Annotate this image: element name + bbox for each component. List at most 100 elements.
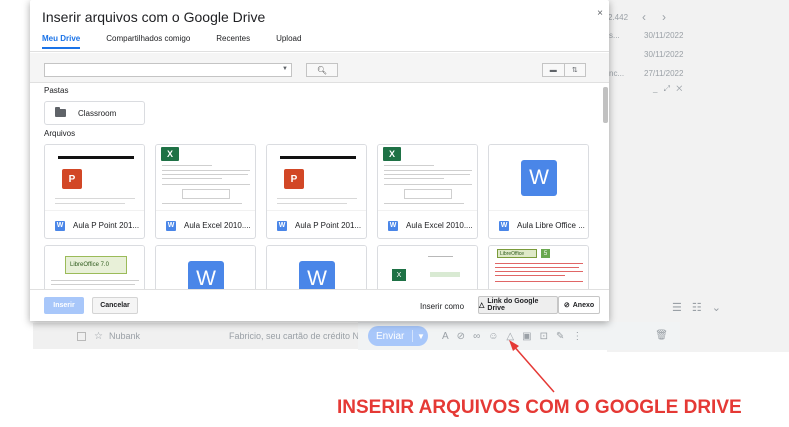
thumb-line xyxy=(162,184,250,185)
file-name: Aula Excel 2010.... xyxy=(184,221,251,230)
folder-item[interactable]: Classroom xyxy=(44,101,145,125)
thumb-line xyxy=(162,178,222,179)
thumb-line xyxy=(495,281,583,282)
annotation-caption: INSERIR ARQUIVOS COM O GOOGLE DRIVE xyxy=(337,397,742,418)
file-card[interactable]: P W Aula P Point 201... xyxy=(44,144,145,239)
more-format-icon[interactable]: ⌄ xyxy=(712,301,721,314)
attachment-label: Anexo xyxy=(572,301,595,309)
dialog-tabs: Meu Drive Compartilhados comigo Recentes… xyxy=(42,33,327,53)
email-date: 27/11/2022 xyxy=(644,69,684,78)
thumb-line xyxy=(495,275,565,276)
file-card[interactable]: W xyxy=(266,245,367,289)
cancel-button[interactable]: Cancelar xyxy=(92,297,138,314)
thumb-line xyxy=(51,284,135,285)
sort-icon[interactable]: ⇅ xyxy=(565,64,586,76)
dialog-title: Inserir arquivos com o Google Drive xyxy=(42,9,266,25)
link-icon[interactable]: ∞ xyxy=(473,331,480,342)
search-options-icon[interactable]: ▼ xyxy=(282,66,288,72)
thumb-table xyxy=(404,189,452,199)
file-card[interactable]: LibreOffice 7.0 xyxy=(44,245,145,289)
thumb-line xyxy=(162,165,212,166)
file-footer: W Aula Excel 2010.... xyxy=(378,210,477,238)
star-icon[interactable]: ☆ xyxy=(94,331,103,342)
file-name: Aula P Point 201... xyxy=(73,221,140,230)
next-page-icon[interactable]: › xyxy=(662,10,666,24)
file-footer: W Aula Excel 2010.... xyxy=(156,210,255,238)
email-date: 30/11/2022 xyxy=(644,31,684,40)
close-icon[interactable]: × xyxy=(597,8,603,19)
insert-button[interactable]: Inserir xyxy=(44,297,84,314)
compose-window-controls[interactable]: _ ⤢ ✕ xyxy=(653,84,684,94)
thumb-line: ————— xyxy=(428,254,453,260)
word-doc-icon: W xyxy=(299,261,335,289)
thumb-line xyxy=(277,203,347,204)
libreoffice-version-badge: 5 xyxy=(541,249,550,258)
email-snippet: nc... xyxy=(609,69,625,78)
signature-icon[interactable]: ✎ xyxy=(556,331,564,342)
more-options-icon[interactable]: ⋮ xyxy=(572,331,582,342)
thumb-line xyxy=(277,198,357,199)
tab-my-drive[interactable]: Meu Drive xyxy=(42,33,81,53)
file-thumbnail: W xyxy=(156,246,255,289)
bulleted-list-icon[interactable]: ☰ xyxy=(672,301,682,314)
scrollbar-thumb[interactable] xyxy=(603,87,608,123)
confidential-icon[interactable]: ⊡ xyxy=(540,331,548,342)
thumb-line xyxy=(495,267,579,268)
thumb-line xyxy=(51,280,139,281)
file-footer: W Aula Libre Office ... xyxy=(489,210,588,238)
file-thumbnail: LibreOffice 5 xyxy=(489,246,588,289)
file-card[interactable]: X W Aula Excel 2010.... xyxy=(155,144,256,239)
dialog-footer: Inserir Cancelar Inserir como △ Link do … xyxy=(30,289,609,321)
prev-page-icon[interactable]: ‹ xyxy=(642,10,646,24)
attach-icon[interactable]: ⊘ xyxy=(457,331,465,342)
word-doc-icon: W xyxy=(521,160,557,196)
thumb-line xyxy=(58,156,134,159)
email-date: 30/11/2022 xyxy=(644,50,684,59)
thumb-line xyxy=(162,174,248,175)
doc-type-icon: W xyxy=(166,220,176,231)
thumb-line xyxy=(430,272,460,277)
discard-draft-icon[interactable]: 🗑 xyxy=(655,330,668,341)
send-button[interactable]: Enviar ▼ xyxy=(368,326,428,346)
doc-type-icon: W xyxy=(388,220,398,231)
send-options-icon[interactable]: ▼ xyxy=(413,332,425,341)
powerpoint-icon: P xyxy=(62,169,89,189)
photo-icon[interactable]: ▣ xyxy=(522,331,531,342)
google-drive-icon[interactable]: △ xyxy=(506,331,514,342)
file-card[interactable]: LibreOffice 5 xyxy=(488,245,589,289)
compose-icons: A ⊘ ∞ ☺ △ ▣ ⊡ ✎ ⋮ xyxy=(442,331,582,342)
tab-upload[interactable]: Upload xyxy=(276,33,301,53)
tab-shared-with-me[interactable]: Compartilhados comigo xyxy=(106,33,190,53)
thumb-line xyxy=(384,170,472,171)
file-thumbnail: X xyxy=(378,145,477,209)
file-card[interactable]: X W Aula Excel 2010.... xyxy=(377,144,478,239)
send-button-label: Enviar xyxy=(376,330,405,342)
file-card[interactable]: W W Aula Libre Office ... xyxy=(488,144,589,239)
libreoffice-logo: LibreOffice 7.0 xyxy=(65,256,127,274)
file-thumbnail: W xyxy=(489,145,588,209)
tabs-divider xyxy=(30,51,609,52)
indent-icon[interactable]: ☷ xyxy=(692,301,702,314)
emoji-icon[interactable]: ☺ xyxy=(488,331,498,342)
thumb-line xyxy=(162,203,242,204)
thumb-line xyxy=(384,178,444,179)
thumb-line xyxy=(162,170,250,171)
tab-recent[interactable]: Recentes xyxy=(216,33,250,53)
files-label: Arquivos xyxy=(44,129,76,138)
folder-icon xyxy=(55,107,66,117)
attachment-button[interactable]: ⊘ Anexo xyxy=(558,296,600,314)
file-card[interactable]: P W Aula P Point 201... xyxy=(266,144,367,239)
file-footer: W Aula P Point 201... xyxy=(45,210,144,238)
file-name: Aula Libre Office ... xyxy=(517,221,585,230)
email-count: 2.442 xyxy=(608,13,629,22)
file-card[interactable]: ————— X xyxy=(377,245,478,289)
drive-link-button[interactable]: △ Link do Google Drive xyxy=(478,296,558,314)
email-checkbox[interactable] xyxy=(77,331,86,341)
file-card[interactable]: W xyxy=(155,245,256,289)
search-input[interactable] xyxy=(44,63,292,77)
text-format-icon[interactable]: A xyxy=(442,331,449,342)
search-button[interactable]: 🔍︎ xyxy=(306,63,338,77)
list-view-icon[interactable]: ▬ xyxy=(543,64,565,76)
excel-icon: X xyxy=(392,269,406,281)
drive-content: Pastas Classroom Arquivos P W Aula P Poi… xyxy=(30,83,609,289)
